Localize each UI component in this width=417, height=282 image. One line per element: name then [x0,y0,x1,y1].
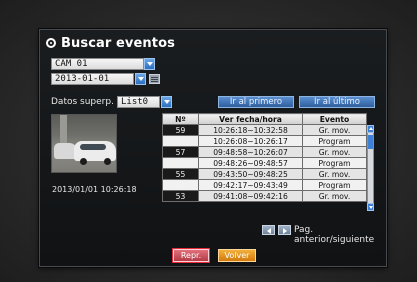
screen-background: Buscar eventos CAM 01 2013-01-01 Datos s… [0,0,417,282]
event-thumbnail [51,114,117,173]
overlay-label: Datos superp. [51,97,114,107]
row-datetime: 09:41:08~09:42:16 [198,190,303,202]
go-first-button[interactable]: Ir al primero [218,96,294,108]
row-datetime: 10:26:18~10:32:58 [198,124,303,136]
camera-select[interactable]: CAM 01 [51,58,144,70]
table-row[interactable]: 53 09:41:08~09:42:16 Gr. mov. [162,190,367,202]
row-number: 57 [162,146,199,158]
row-event: Program [302,157,367,169]
table-row[interactable]: 55 09:43:50~09:48:25 Gr. mov. [162,168,367,180]
go-last-button[interactable]: Ir al último [299,96,375,108]
menu-bullet-icon [46,38,56,48]
dialog-header: Buscar eventos [46,34,175,52]
events-table: Nº Ver fecha/hora Evento 59 10:26:18~10:… [162,113,367,202]
date-field[interactable]: 2013-01-01 [51,73,134,85]
row-number: 54 [162,179,199,191]
row-event: Gr. mov. [302,124,367,136]
row-event: Gr. mov. [302,190,367,202]
scrollbar-thumb[interactable] [368,135,373,149]
play-button[interactable]: Repr. [173,249,209,262]
row-datetime: 09:48:58~10:26:07 [198,146,303,158]
overlay-dropdown-icon[interactable] [161,96,172,108]
thumbnail-timestamp: 2013/01/01 10:26:18 [52,185,137,194]
next-page-icon[interactable] [278,225,291,235]
row-event: Program [302,179,367,191]
row-event: Gr. mov. [302,168,367,180]
paging-label: Pag. anterior/siguiente [294,225,375,245]
row-datetime: 10:26:08~10:26:17 [198,135,303,147]
row-number: 55 [162,168,199,180]
search-events-dialog: Buscar eventos CAM 01 2013-01-01 Datos s… [39,29,387,267]
table-row[interactable]: 54 09:42:17~09:43:49 Program [162,179,367,191]
table-header-row: Nº Ver fecha/hora Evento [162,113,367,125]
date-dropdown-icon[interactable] [135,73,146,85]
scroll-up-icon[interactable] [367,125,374,133]
table-row[interactable]: 59 10:26:18~10:32:58 Gr. mov. [162,124,367,136]
column-header-datetime: Ver fecha/hora [198,113,303,125]
row-datetime: 09:48:26~09:48:57 [198,157,303,169]
column-header-event: Evento [302,113,367,125]
row-number: 53 [162,190,199,202]
scroll-down-icon[interactable] [367,203,374,211]
table-row[interactable]: 57 09:48:58~10:26:07 Gr. mov. [162,146,367,158]
row-number: 58 [162,135,199,147]
table-row[interactable]: 58 10:26:08~10:26:17 Program [162,135,367,147]
previous-page-icon[interactable] [262,225,275,235]
column-header-number: Nº [162,113,199,125]
row-datetime: 09:43:50~09:48:25 [198,168,303,180]
back-button[interactable]: Volver [218,249,256,262]
row-event: Gr. mov. [302,146,367,158]
row-datetime: 09:42:17~09:43:49 [198,179,303,191]
page-title: Buscar eventos [61,35,175,51]
overlay-select[interactable]: List0 [117,96,160,108]
table-row[interactable]: 56 09:48:26~09:48:57 Program [162,157,367,169]
camera-dropdown-icon[interactable] [144,58,155,70]
calendar-icon[interactable] [149,74,160,84]
row-event: Program [302,135,367,147]
row-number: 59 [162,124,199,136]
row-number: 56 [162,157,199,169]
